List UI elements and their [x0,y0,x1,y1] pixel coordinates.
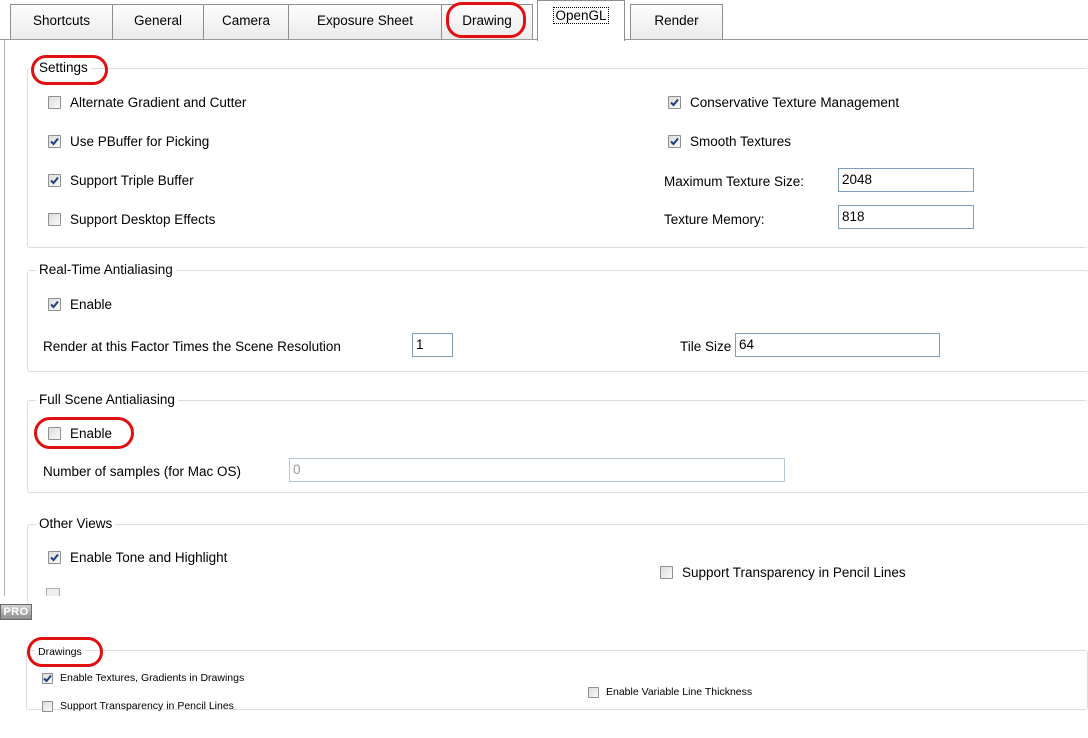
check-mark-icon [43,674,52,682]
smooth-textures-checkbox[interactable]: Smooth Textures [668,134,791,149]
checkbox-label: Enable [70,426,113,441]
tab-label: Exposure Sheet [316,13,414,28]
check-mark-icon [50,137,59,146]
checkbox-box[interactable] [48,298,61,311]
group-title-settings: Settings [36,59,91,77]
checkbox-box[interactable] [48,135,61,148]
drawings-pencil-transparency-checkbox[interactable]: Support Transparency in Pencil Lines [42,700,234,712]
tone-highlight-checkbox[interactable]: Enable Tone and Highlight [48,550,227,565]
realtime-aa-enable-checkbox[interactable]: Enable [48,297,112,312]
texture-memory-label: Texture Memory: [664,212,765,227]
checkbox-label: Enable Textures, Gradients in Drawings [60,672,245,684]
tile-size-field[interactable]: 64 [735,333,940,357]
group-title-fullscene-aa: Full Scene Antialiasing [36,391,178,409]
conservative-texture-checkbox[interactable]: Conservative Texture Management [668,95,899,110]
tab-drawing[interactable]: Drawing [441,4,533,39]
render-factor-field[interactable]: 1 [412,333,453,357]
checkbox-label: Conservative Texture Management [690,95,900,110]
checkbox-label: Enable Variable Line Thickness [606,686,753,698]
checkbox-label: Use PBuffer for Picking [70,134,210,149]
checkbox-box[interactable] [48,551,61,564]
tab-label: Drawing [462,13,512,28]
tab-exposure-sheet[interactable]: Exposure Sheet [288,4,442,39]
checkbox-box[interactable] [668,135,681,148]
check-mark-icon [50,176,59,185]
check-mark-icon [670,98,679,107]
use-pbuffer-checkbox[interactable]: Use PBuffer for Picking [48,134,209,149]
tab-label: OpenGL [553,7,609,24]
max-texture-size-field[interactable]: 2048 [838,168,974,192]
checkbox-box[interactable] [42,672,53,684]
group-title-realtime-aa: Real-Time Antialiasing [36,261,176,279]
mac-samples-label: Number of samples (for Mac OS) [43,464,242,479]
textures-gradients-checkbox[interactable]: Enable Textures, Gradients in Drawings [42,672,244,684]
desktop-effects-checkbox[interactable]: Support Desktop Effects [48,212,215,227]
checkbox-box[interactable] [660,566,673,579]
triple-buffer-checkbox[interactable]: Support Triple Buffer [48,173,194,188]
texture-memory-field[interactable]: 818 [838,205,974,229]
check-mark-icon [50,553,59,562]
tab-opengl[interactable]: OpenGL [537,0,625,41]
checkbox-box[interactable] [48,213,61,226]
alternate-gradient-checkbox[interactable]: Alternate Gradient and Cutter [48,95,246,110]
checkbox-label: Enable [70,297,113,312]
checkbox-label: Support Desktop Effects [70,212,216,227]
checkbox-box[interactable] [42,700,53,712]
tab-general[interactable]: General [112,4,204,39]
checkbox-box[interactable] [48,96,61,109]
tab-camera[interactable]: Camera [203,4,289,39]
preferences-tab-bar: Shortcuts General Camera Exposure Sheet … [0,0,1088,41]
tab-shortcuts[interactable]: Shortcuts [10,4,113,39]
render-factor-label: Render at this Factor Times the Scene Re… [43,339,341,354]
tab-label: General [133,13,183,28]
tab-label: Shortcuts [32,13,91,28]
check-mark-icon [50,300,59,309]
group-title-drawings: Drawings [35,643,85,661]
tab-label: Camera [221,13,270,28]
fullscene-aa-enable-checkbox[interactable]: Enable [48,426,112,441]
checkbox-label: Support Transparency in Pencil Lines [60,700,234,712]
pencil-transparency-checkbox[interactable]: Support Transparency in Pencil Lines [660,565,906,580]
checkbox-label: Smooth Textures [690,134,792,149]
checkbox-label: Alternate Gradient and Cutter [70,95,247,110]
checkbox-label: Support Transparency in Pencil Lines [682,565,906,580]
checkbox-box[interactable] [48,427,61,440]
checkbox-label: Enable Tone and Highlight [70,550,228,565]
checkbox-box[interactable] [588,686,599,698]
tab-render[interactable]: Render [630,4,723,39]
pro-badge: PRO [0,604,32,620]
mac-samples-field[interactable]: 0 [289,458,785,482]
cut-off-checkbox [46,588,60,596]
check-mark-icon [670,137,679,146]
group-title-other-views: Other Views [36,515,116,533]
tile-size-label: Tile Size [680,339,732,354]
variable-line-thickness-checkbox[interactable]: Enable Variable Line Thickness [588,686,752,698]
tab-label: Render [654,13,699,28]
checkbox-label: Support Triple Buffer [70,173,194,188]
max-texture-size-label: Maximum Texture Size: [664,174,805,189]
checkbox-box[interactable] [668,96,681,109]
checkbox-box[interactable] [48,174,61,187]
